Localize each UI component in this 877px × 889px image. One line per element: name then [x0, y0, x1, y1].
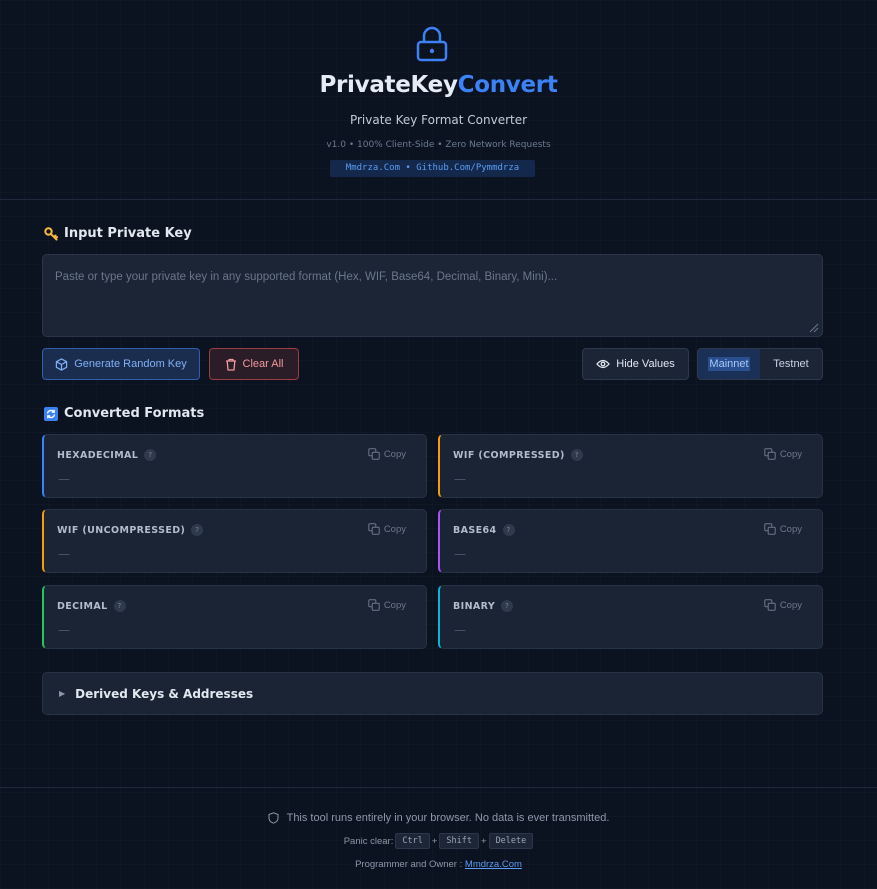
private-key-placeholder: Paste or type your private key in any su… [55, 271, 558, 283]
copy-button[interactable]: Copy [368, 599, 406, 611]
format-card: HEXADECIMAL? Copy — [42, 434, 427, 498]
formats-section-title: Converted Formats [44, 406, 204, 421]
input-section-title: Input Private Key [44, 226, 192, 241]
format-card: DECIMAL? Copy — [42, 585, 427, 649]
format-value: — [454, 623, 466, 637]
help-icon[interactable]: ? [570, 449, 583, 461]
header-links[interactable]: Mmdrza.Com • Github.Com/Pymmdrza [330, 160, 535, 177]
copy-icon [764, 599, 776, 611]
cube-icon [56, 357, 68, 371]
private-key-input[interactable]: Paste or type your private key in any su… [42, 254, 823, 337]
kbd-ctrl: Ctrl [395, 833, 430, 849]
format-value: — [58, 623, 70, 637]
kbd-shift: Shift [439, 833, 479, 849]
clear-all-button[interactable]: Clear All [209, 348, 299, 380]
copy-button[interactable]: Copy [368, 523, 406, 535]
owner-credit: Programmer and Owner : Mmdrza.Com [355, 859, 522, 870]
panic-clear-hint: Panic clear: Ctrl + Shift + Delete [0, 833, 877, 849]
footer-notice: This tool runs entirely in your browser.… [0, 812, 877, 824]
derived-keys-toggle[interactable]: ▶ Derived Keys & Addresses [42, 672, 823, 715]
format-card: WIF (COMPRESSED)? Copy — [438, 434, 823, 498]
copy-icon [368, 448, 380, 460]
format-value: — [58, 547, 70, 561]
help-icon[interactable]: ? [501, 600, 514, 612]
lock-icon [416, 26, 448, 62]
hide-values-button[interactable]: Hide Values [582, 348, 689, 380]
key-icon [44, 226, 58, 240]
format-label: DECIMAL? [57, 600, 126, 612]
trash-icon [225, 358, 236, 371]
app-header: PrivateKeyConvert Private Key Format Con… [0, 0, 877, 200]
format-card: WIF (UNCOMPRESSED)? Copy — [42, 509, 427, 573]
shield-icon [268, 812, 279, 824]
help-icon[interactable]: ? [502, 524, 515, 536]
copy-button[interactable]: Copy [764, 523, 802, 535]
refresh-icon [44, 406, 58, 421]
generate-random-key-button[interactable]: Generate Random Key [42, 348, 200, 380]
copy-icon [764, 448, 776, 460]
kbd-delete: Delete [488, 833, 534, 849]
format-value: — [454, 472, 466, 486]
copy-icon [368, 599, 380, 611]
copy-button[interactable]: Copy [764, 599, 802, 611]
eye-icon [596, 359, 611, 369]
expand-triangle-icon: ▶ [59, 689, 66, 698]
format-value: — [454, 547, 466, 561]
app-meta: v1.0 • 100% Client-Side • Zero Network R… [326, 140, 551, 150]
app-title: PrivateKeyConvert [319, 72, 558, 98]
resize-handle-icon[interactable] [807, 321, 819, 333]
owner-link[interactable]: Mmdrza.Com [465, 859, 522, 870]
format-card: BASE64? Copy — [438, 509, 823, 573]
copy-button[interactable]: Copy [368, 448, 406, 460]
network-option-mainnet[interactable]: Mainnet [698, 349, 760, 379]
copy-button[interactable]: Copy [764, 448, 802, 460]
format-label: HEXADECIMAL? [57, 449, 157, 461]
help-icon[interactable]: ? [144, 449, 157, 461]
help-icon[interactable]: ? [191, 524, 204, 536]
format-label: WIF (UNCOMPRESSED)? [57, 524, 204, 536]
app-subtitle: Private Key Format Converter [349, 113, 528, 127]
format-card: BINARY? Copy — [438, 585, 823, 649]
copy-icon [368, 523, 380, 535]
network-toggle[interactable]: Mainnet Testnet [697, 348, 823, 380]
format-value: — [58, 472, 70, 486]
copy-icon [764, 523, 776, 535]
format-label: WIF (COMPRESSED)? [453, 449, 583, 461]
footer: This tool runs entirely in your browser.… [0, 787, 877, 889]
format-label: BINARY? [453, 600, 514, 612]
format-label: BASE64? [453, 524, 515, 536]
help-icon[interactable]: ? [113, 600, 126, 612]
network-option-testnet[interactable]: Testnet [760, 349, 822, 379]
